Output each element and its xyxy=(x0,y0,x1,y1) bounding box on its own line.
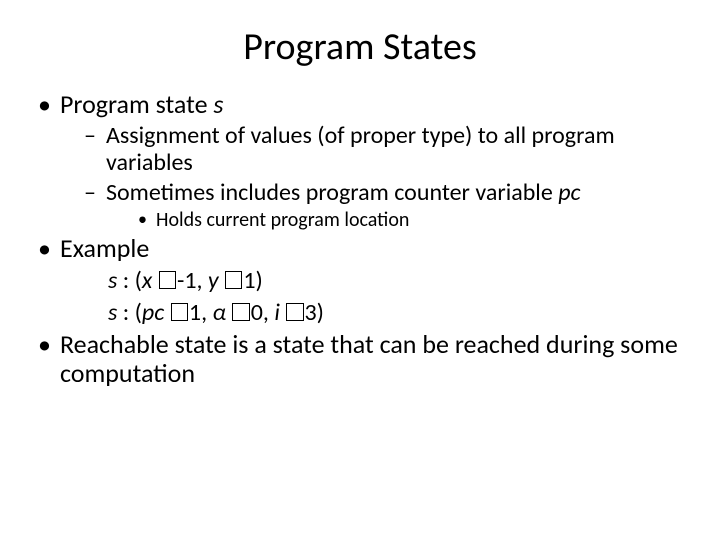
subsub-bullet-holds: Holds current program location xyxy=(138,209,690,232)
bullet-reachable: Reachable state is a state that can be r… xyxy=(36,330,690,390)
t: 1, xyxy=(189,298,213,327)
mapsto-icon xyxy=(232,303,249,320)
t: 1) xyxy=(243,266,262,295)
t: x xyxy=(142,266,158,295)
sub-bullet-assignment: Assignment of values (of proper type) to… xyxy=(84,122,690,177)
sub-list: Assignment of values (of proper type) to… xyxy=(60,122,690,232)
text: Example xyxy=(60,232,149,264)
mapsto-icon xyxy=(286,303,303,320)
var-s: s xyxy=(213,88,223,120)
var-pc: pc xyxy=(558,178,580,207)
subsub-list: Holds current program location xyxy=(106,209,690,232)
t: i xyxy=(274,298,285,327)
example-line-2: s : (pc 1, α 0, i 3) xyxy=(60,298,690,328)
t: -1, xyxy=(177,266,208,295)
t: s xyxy=(108,298,123,327)
slide: Program States Program state s Assignmen… xyxy=(0,0,720,540)
bullet-program-state: Program state s Assignment of values (of… xyxy=(36,90,690,232)
text: Program state xyxy=(60,88,213,120)
mapsto-icon xyxy=(225,271,242,288)
t: 3) xyxy=(305,298,324,327)
example-line-1: s : (x -1, y 1) xyxy=(60,266,690,296)
bullet-list: Program state s Assignment of values (of… xyxy=(30,90,690,389)
t: 0, xyxy=(251,298,275,327)
slide-title: Program States xyxy=(30,24,690,70)
mapsto-icon xyxy=(159,271,176,288)
t: pc xyxy=(142,298,170,327)
t: : ( xyxy=(123,266,142,295)
text: Reachable state xyxy=(60,328,232,360)
mapsto-icon xyxy=(171,303,188,320)
t: α xyxy=(212,298,231,327)
t: : ( xyxy=(123,298,142,327)
text: Sometimes includes program counter varia… xyxy=(106,178,558,207)
sub-bullet-pc: Sometimes includes program counter varia… xyxy=(84,179,690,232)
t: s xyxy=(108,266,123,295)
bullet-example: Example s : (x -1, y 1) s : (pc 1, α 0, … xyxy=(36,234,690,328)
t: y xyxy=(208,266,224,295)
